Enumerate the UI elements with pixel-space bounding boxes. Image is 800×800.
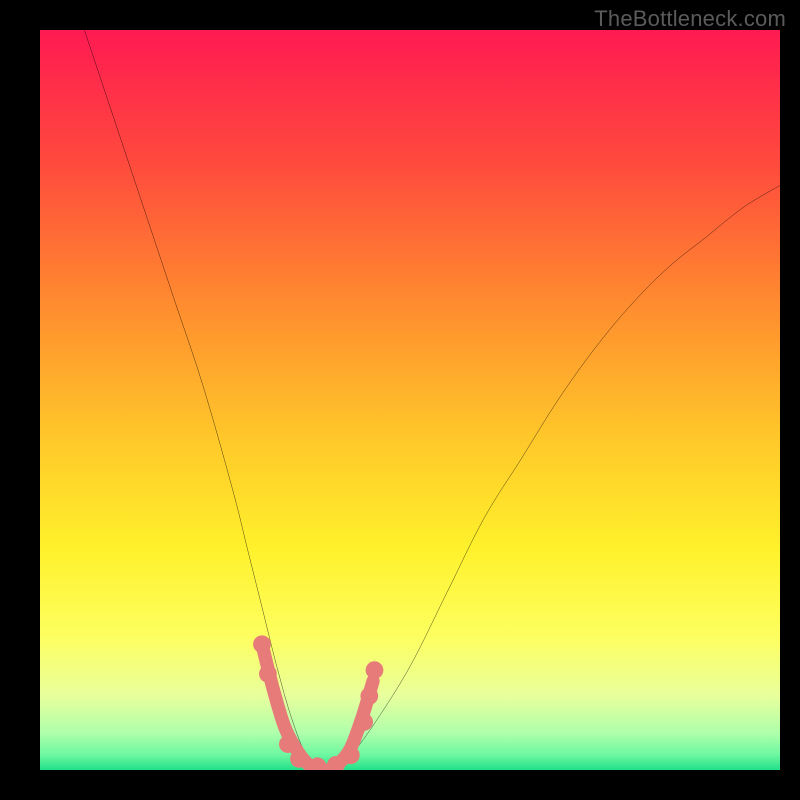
watermark-text: TheBottleneck.com: [594, 6, 786, 32]
chart-frame: TheBottleneck.com: [0, 0, 800, 800]
highlight-dot: [360, 687, 378, 705]
curve-layer: [40, 30, 780, 770]
highlight-dot: [253, 635, 271, 653]
highlight-dot: [342, 746, 360, 764]
plot-area: [40, 30, 780, 770]
highlight-dot: [366, 661, 384, 679]
highlight-dot: [290, 750, 308, 768]
highlight-dot: [355, 713, 373, 731]
highlight-dot: [279, 735, 297, 753]
bottleneck-curve: [84, 30, 780, 770]
highlight-dot: [259, 665, 277, 683]
